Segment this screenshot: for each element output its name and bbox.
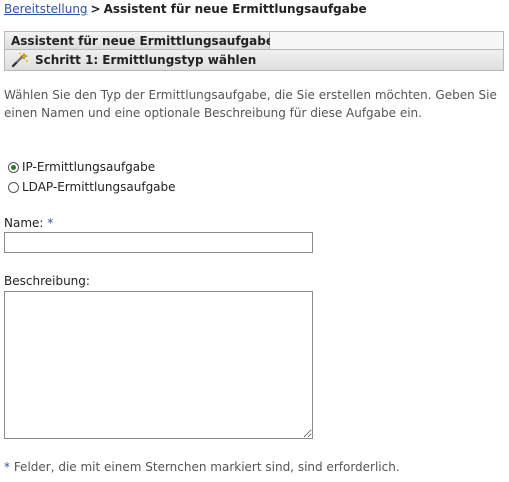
description-textarea[interactable] [4, 291, 313, 439]
name-input[interactable] [4, 232, 313, 253]
breadcrumb-current: Assistent für neue Ermittlungsaufgabe [103, 2, 367, 16]
radio-ip-checked[interactable] [8, 161, 19, 173]
wizard-tab-filler [270, 32, 503, 50]
step-bar: Schritt 1: Ermittlungstyp wählen [5, 50, 503, 70]
radio-option-ldap[interactable]: LDAP-Ermittlungsaufgabe [8, 180, 176, 194]
radio-option-ip[interactable]: IP-Ermittlungsaufgabe [8, 160, 155, 174]
radio-ldap[interactable] [8, 181, 19, 193]
breadcrumb-link-bereitstellung[interactable]: Bereitstellung [4, 2, 88, 16]
intro-text: Wählen Sie den Typ der Ermittlungsaufgab… [4, 88, 497, 120]
required-footnote: * Felder, die mit einem Sternchen markie… [4, 460, 400, 474]
name-label-text: Name: [4, 216, 44, 230]
footnote-text: Felder, die mit einem Sternchen markiert… [10, 460, 400, 474]
description-label: Beschreibung: [4, 274, 90, 288]
radio-ip-label: IP-Ermittlungsaufgabe [22, 160, 156, 174]
wizard-tab: Assistent für neue Ermittlungsaufgabe [5, 32, 274, 50]
breadcrumb-separator: > [90, 2, 101, 16]
name-label: Name: * [4, 216, 53, 230]
radio-ldap-label: LDAP-Ermittlungsaufgabe [22, 180, 176, 194]
breadcrumb: Bereitstellung > Assistent für neue Ermitt… [4, 2, 367, 16]
wizard-header: Assistent für neue Ermittlungsaufgabe Sc… [4, 31, 504, 71]
required-marker: * [47, 216, 54, 230]
step-title: Schritt 1: Ermittlungstyp wählen [35, 53, 257, 67]
wand-icon [11, 52, 29, 68]
